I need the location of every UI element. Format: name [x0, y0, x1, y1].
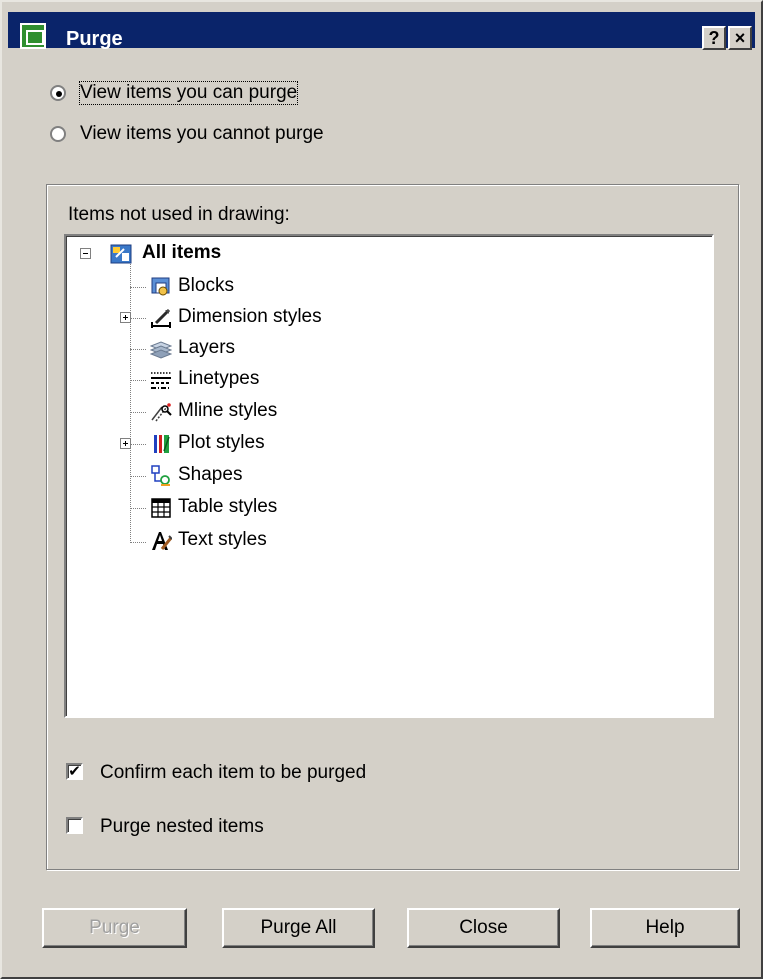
purge-nested-checkbox[interactable] [66, 817, 83, 834]
tree-item-shapes[interactable]: Shapes [178, 464, 242, 486]
tree-item-mline-styles[interactable]: Mline styles [178, 400, 277, 422]
expand-toggle-dimension-styles[interactable] [120, 312, 131, 323]
help-button[interactable]: Help [590, 908, 740, 948]
radio-button-selected[interactable] [50, 85, 66, 101]
tree-item-layers[interactable]: Layers [178, 337, 235, 359]
text-styles-icon [152, 532, 172, 550]
title-bar[interactable]: Purge ? × [8, 12, 755, 50]
purge-app-icon [20, 23, 46, 49]
tree-item-table-styles[interactable]: Table styles [178, 496, 277, 518]
purge-nested-label: Purge nested items [100, 816, 264, 837]
layers-icon [150, 341, 172, 359]
tree-item-linetypes[interactable]: Linetypes [178, 368, 259, 390]
close-icon[interactable]: × [728, 26, 752, 50]
blocks-icon [151, 277, 170, 296]
dialog-title: Purge [66, 28, 123, 50]
tree-connector-line [130, 264, 131, 543]
items-tree-view[interactable]: All items Blocks Dimension styles Layers [64, 234, 714, 718]
tree-connector-line [130, 508, 146, 509]
radio-button[interactable] [50, 126, 66, 142]
tree-item-plot-styles[interactable]: Plot styles [178, 432, 265, 454]
tree-connector-line [130, 412, 146, 413]
dimension-styles-icon [151, 308, 171, 328]
help-question-button[interactable]: ? [702, 26, 726, 50]
tree-item-blocks[interactable]: Blocks [178, 275, 234, 297]
expand-toggle-plot-styles[interactable] [120, 438, 131, 449]
tree-item-text-styles[interactable]: Text styles [178, 529, 267, 551]
table-styles-icon [151, 498, 171, 518]
purge-button[interactable]: Purge [42, 908, 187, 948]
tree-item-dimension-styles[interactable]: Dimension styles [178, 306, 322, 328]
tree-root-label[interactable]: All items [142, 242, 221, 264]
radio-label-can-purge: View items you can purge [78, 81, 299, 105]
tree-connector-line [130, 380, 146, 381]
tree-connector-line [130, 318, 146, 319]
confirm-each-checkbox[interactable]: ✔ [66, 763, 83, 780]
shapes-icon [151, 465, 170, 486]
linetypes-icon [151, 372, 171, 389]
collapse-toggle-all-items[interactable] [80, 248, 91, 259]
radio-label-cannot-purge: View items you cannot purge [80, 123, 324, 144]
purge-all-button[interactable]: Purge All [222, 908, 375, 948]
purge-dialog: Purge ? × View items you can purge View … [0, 0, 763, 979]
tree-connector-line [130, 444, 146, 445]
mline-styles-icon [151, 403, 172, 422]
confirm-each-label: Confirm each item to be purged [100, 762, 367, 783]
plot-styles-icon [154, 435, 170, 453]
tree-connector-line [130, 349, 146, 350]
close-button[interactable]: Close [407, 908, 560, 948]
tree-connector-line [130, 476, 146, 477]
tree-caption: Items not used in drawing: [68, 204, 290, 225]
tree-connector-line [130, 542, 146, 543]
tree-connector-line [130, 287, 146, 288]
all-items-icon [110, 244, 132, 264]
